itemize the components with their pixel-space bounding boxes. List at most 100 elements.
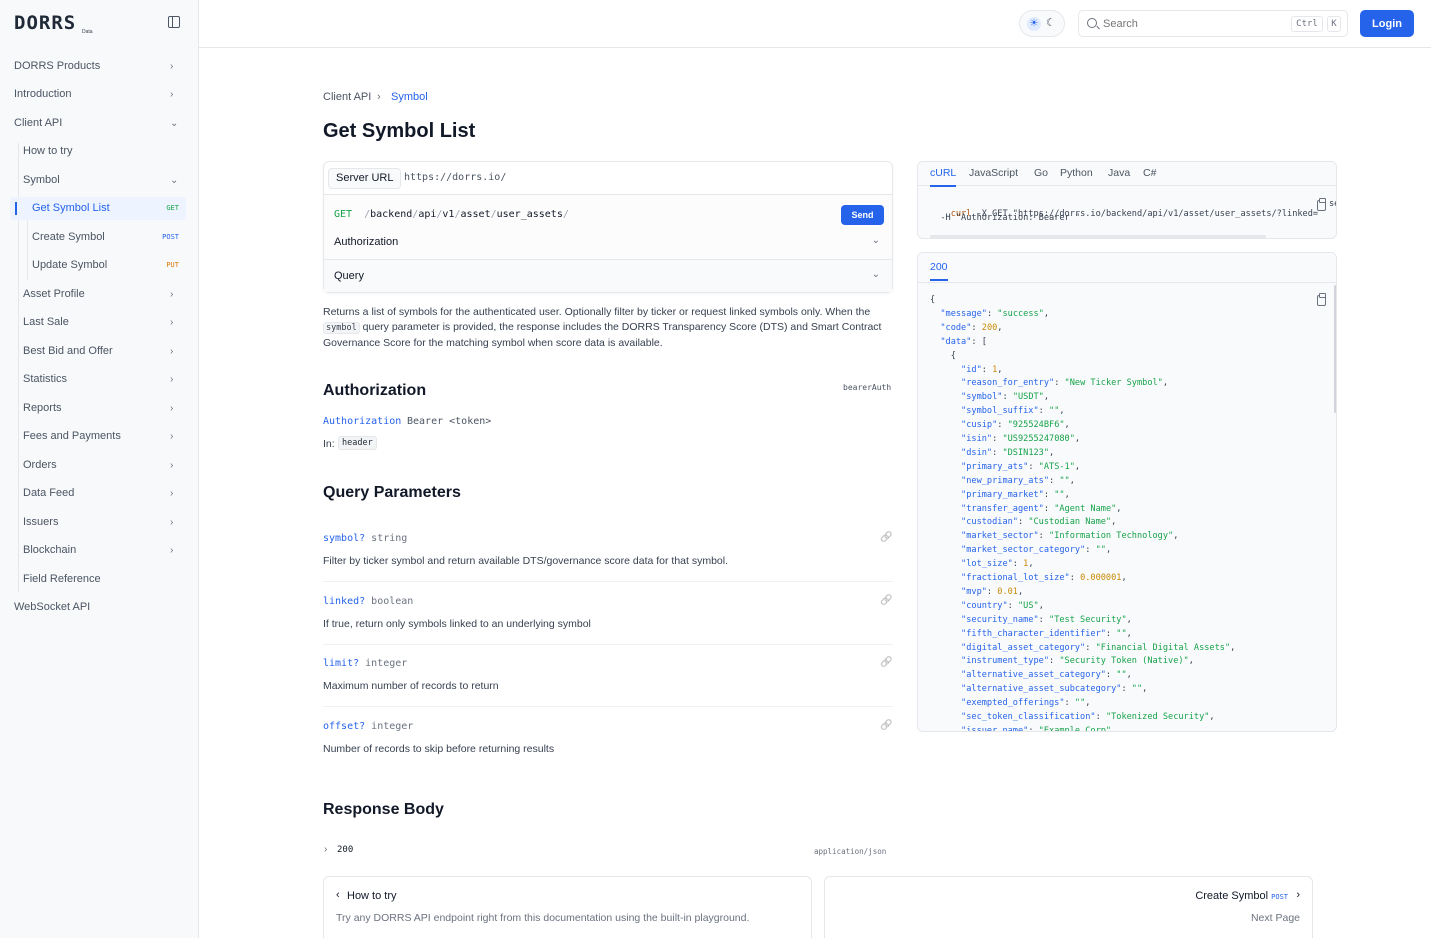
next-page-method: POST <box>1271 893 1288 901</box>
param-type: string <box>365 533 408 544</box>
chevron-right-icon: › <box>170 402 174 414</box>
authorization-panel[interactable]: Authorization ⌄ <box>324 226 892 259</box>
search-box[interactable]: Ctrl K <box>1078 10 1348 37</box>
moon-icon[interactable]: ☾ <box>1046 16 1056 29</box>
json-line: "transfer_agent": "Agent Name", <box>961 503 1122 514</box>
link-icon[interactable]: 🔗 <box>880 532 892 543</box>
json-line: "mvp": 0.01, <box>961 586 1024 597</box>
sidebar-item-label: Introduction <box>14 88 72 100</box>
sidebar-item-label: Blockchain <box>23 544 77 556</box>
sidebar-item[interactable]: WebSocket API <box>14 596 186 618</box>
divider <box>323 581 893 582</box>
send-button[interactable]: Send <box>841 205 884 225</box>
prev-page-desc: Try any DORRS API endpoint right from th… <box>336 912 750 924</box>
json-line: "fifth_character_identifier": "", <box>961 628 1132 639</box>
tab-javascript[interactable]: JavaScript <box>969 167 1018 179</box>
code-line-1-overflow: se <box>1329 199 1336 209</box>
link-icon[interactable]: 🔗 <box>880 657 892 668</box>
chevron-right-icon: › <box>170 487 174 499</box>
sidebar-item[interactable]: Data Feed › <box>23 482 186 504</box>
link-icon[interactable]: 🔗 <box>880 595 892 606</box>
sidebar-item[interactable]: Orders › <box>23 454 186 476</box>
tab-go[interactable]: Go <box>1034 167 1048 179</box>
json-line: { <box>930 295 936 305</box>
kbd-ctrl: Ctrl <box>1291 16 1323 32</box>
authorization-panel-label: Authorization <box>334 236 399 248</box>
sidebar-item[interactable]: Fees and Payments › <box>23 425 186 447</box>
json-line: "new_primary_ats": "", <box>961 475 1075 486</box>
copy-icon[interactable] <box>1317 293 1326 306</box>
sidebar-item-label: Asset Profile <box>23 288 85 300</box>
next-page-desc: Next Page <box>1250 912 1300 924</box>
tab-python[interactable]: Python <box>1060 167 1093 179</box>
sidebar-item-label: How to try <box>23 145 73 157</box>
response-code-toggle[interactable]: 200 <box>337 845 353 855</box>
chevron-right-icon[interactable]: › <box>324 844 327 855</box>
sidebar-item[interactable]: Last Sale › <box>23 311 186 333</box>
chevron-right-icon: › <box>170 430 174 442</box>
sidebar-item[interactable]: How to try <box>23 140 186 162</box>
code-sample-card: cURL JavaScript Go Python Java C# curl -X GET… <box>917 161 1337 239</box>
sidebar-collapse-icon[interactable] <box>168 16 180 28</box>
json-line: "cusip": "925524BF6", <box>961 420 1070 431</box>
vertical-scrollbar[interactable] <box>1334 285 1336 413</box>
query-panel[interactable]: Query ⌄ <box>324 259 892 292</box>
method-badge: GET <box>166 204 179 212</box>
breadcrumb-current[interactable]: Symbol <box>391 91 428 103</box>
sidebar-item[interactable]: Get Symbol List GET <box>32 197 186 219</box>
search-input[interactable] <box>1103 16 1263 32</box>
server-url-label[interactable]: Server URL <box>328 168 402 189</box>
sidebar-item[interactable]: Symbol ⌄ <box>23 169 186 191</box>
sidebar-item[interactable]: Asset Profile › <box>23 283 186 305</box>
copy-icon[interactable] <box>1317 198 1326 211</box>
sidebar-item[interactable]: Statistics › <box>23 368 186 390</box>
dorrs-logo[interactable]: DORRS <box>14 12 76 34</box>
sidebar-item[interactable]: Issuers › <box>23 511 186 533</box>
response-tabs <box>918 253 1336 283</box>
breadcrumb-parent[interactable]: Client API <box>323 91 371 103</box>
query-parameters-heading: Query Parameters <box>323 484 461 501</box>
chevron-right-icon: › <box>170 345 174 357</box>
sidebar-item[interactable]: Introduction › <box>14 83 186 105</box>
tab-curl[interactable]: cURL <box>930 167 957 187</box>
chevron-right-icon: › <box>170 316 174 328</box>
request-path[interactable]: /backend/api/v1/asset/user_assets/ <box>364 209 569 220</box>
theme-toggle[interactable]: ☀ ☾ <box>1019 10 1065 37</box>
description-inline-code: symbol <box>323 322 360 334</box>
sidebar-item[interactable]: Client API ⌄ <box>14 112 186 134</box>
response-body-heading: Response Body <box>323 801 444 818</box>
sidebar-item[interactable]: Best Bid and Offer › <box>23 340 186 362</box>
tab-csharp[interactable]: C# <box>1143 167 1156 179</box>
sidebar-item-label: Get Symbol List <box>32 202 110 214</box>
chevron-down-icon: ⌄ <box>871 269 880 280</box>
sidebar-item[interactable]: Blockchain › <box>23 539 186 561</box>
prev-page-card[interactable]: ‹ How to try Try any DORRS API endpoint … <box>323 876 812 938</box>
json-line: { <box>930 350 956 361</box>
next-page-card[interactable]: Create Symbol POST › Next Page <box>824 876 1313 938</box>
sidebar-item[interactable]: Create Symbol POST <box>32 226 186 248</box>
auth-in-value: header <box>338 436 377 450</box>
json-line: "reason_for_entry": "New Ticker Symbol", <box>961 378 1169 389</box>
description-text-1: Returns a list of symbols for the authen… <box>323 306 871 318</box>
sidebar-item[interactable]: DORRS Products › <box>14 55 186 77</box>
param-name-text: symbol? <box>323 533 366 544</box>
horizontal-scrollbar[interactable] <box>930 235 1266 238</box>
json-line: "symbol": "USDT", <box>961 392 1050 403</box>
sidebar-item[interactable]: Field Reference <box>23 568 186 590</box>
param-name-text: offset? <box>323 721 366 732</box>
auth-in-label: In: <box>323 438 335 450</box>
sun-icon[interactable]: ☀ <box>1027 17 1041 31</box>
server-url-value[interactable]: https://dorrs.io/ <box>404 172 506 183</box>
tab-java[interactable]: Java <box>1108 167 1130 179</box>
logo-subtitle: Data <box>82 29 93 35</box>
auth-param-value: Bearer <token> <box>407 416 492 427</box>
sidebar-item[interactable]: Update Symbol PUT <box>32 254 186 276</box>
sidebar-item-label: Last Sale <box>23 316 69 328</box>
link-icon[interactable]: 🔗 <box>880 720 892 731</box>
login-button[interactable]: Login <box>1360 10 1414 37</box>
chevron-right-icon: › <box>170 60 174 72</box>
sidebar-item[interactable]: Reports › <box>23 397 186 419</box>
sidebar: DORRS Data DORRS Products › Introduction › C… <box>0 0 199 938</box>
code-line-2[interactable]: -H "Authorization: Bearer " <box>930 213 1080 223</box>
tab-response-200[interactable]: 200 <box>930 261 948 281</box>
